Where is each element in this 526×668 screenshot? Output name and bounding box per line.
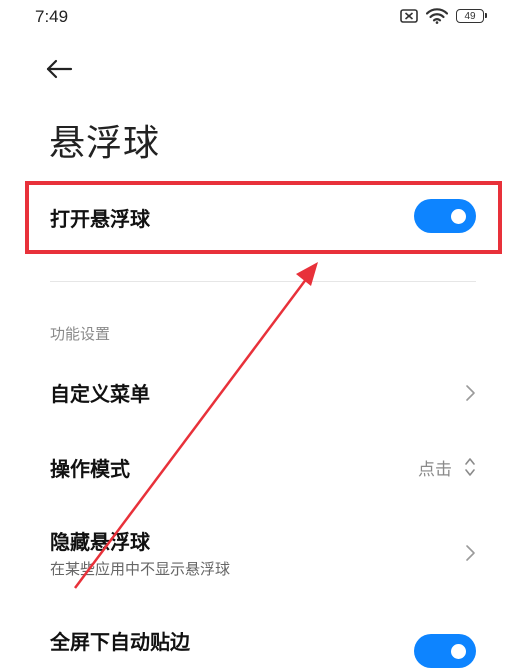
wifi-icon — [426, 8, 448, 24]
up-down-icon — [465, 458, 475, 476]
status-icons: 49 — [400, 8, 487, 24]
hide-floating-ball-label: 隐藏悬浮球 — [50, 530, 150, 554]
operation-mode-label: 操作模式 — [50, 457, 130, 481]
auto-snap-row[interactable]: 全屏下自动贴边 — [0, 620, 526, 668]
battery-level: 49 — [464, 10, 476, 22]
back-button[interactable] — [45, 54, 81, 84]
hide-floating-ball-subtitle: 在某些应用中不显示悬浮球 — [50, 560, 231, 578]
highlight-box — [25, 181, 502, 254]
operation-mode-value: 点击 — [418, 460, 452, 480]
toggle-knob — [451, 644, 466, 659]
chevron-right-icon — [466, 385, 475, 401]
custom-menu-row[interactable]: 自定义菜单 — [0, 365, 526, 420]
custom-menu-label: 自定义菜单 — [50, 382, 150, 406]
status-bar: 7:49 49 — [0, 0, 526, 36]
divider — [50, 281, 476, 282]
chevron-right-icon — [466, 545, 475, 561]
page-title: 悬浮球 — [49, 123, 161, 164]
section-header: 功能设置 — [50, 325, 111, 343]
arrow-left-icon — [46, 59, 73, 79]
operation-mode-row[interactable]: 操作模式 点击 — [0, 440, 526, 495]
hide-floating-ball-row[interactable]: 隐藏悬浮球 在某些应用中不显示悬浮球 — [0, 520, 526, 590]
sim-off-icon — [400, 9, 418, 23]
auto-snap-label: 全屏下自动贴边 — [50, 630, 190, 654]
status-time: 7:49 — [35, 7, 69, 26]
battery-icon: 49 — [456, 9, 487, 23]
auto-snap-toggle[interactable] — [414, 634, 476, 668]
